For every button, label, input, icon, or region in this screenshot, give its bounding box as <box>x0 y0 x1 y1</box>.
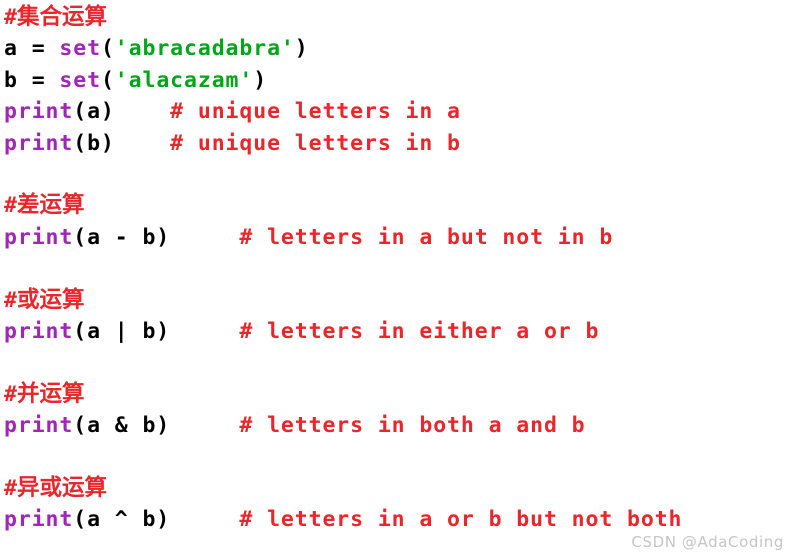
token-func: set <box>59 36 101 62</box>
token-punct: ) <box>253 67 268 93</box>
code-line: print(b) # unique letters in b <box>4 128 792 159</box>
code-block: #集合运算 a = set('abracadabra') b = set('alac… <box>0 0 792 555</box>
token-func: print <box>4 99 74 125</box>
token-punct: ) <box>294 36 309 62</box>
section-heading: #差运算 <box>4 190 792 221</box>
token-func: print <box>4 130 74 156</box>
code-line: b = set('alacazam') <box>4 65 792 96</box>
token-func: print <box>4 413 74 439</box>
token-func: set <box>59 67 101 93</box>
token-func: print <box>4 224 74 250</box>
token-string: 'abracadabra' <box>114 36 295 62</box>
hash-icon: # <box>4 193 17 219</box>
code-line: print(a - b) # letters in a but not in b <box>4 222 792 253</box>
token-comment: # unique letters in b <box>170 130 461 156</box>
token-plain: (a) <box>73 99 171 125</box>
code-line: a = set('abracadabra') <box>4 33 792 64</box>
code-line: print(a | b) # letters in either a or b <box>4 316 792 347</box>
token-func: print <box>4 318 74 344</box>
section-heading-label: 集合运算 <box>16 4 107 30</box>
token-plain: (a | b) <box>73 318 240 344</box>
token-func: print <box>4 507 74 533</box>
token-punct: ( <box>100 67 115 93</box>
section-heading: #或运算 <box>4 285 792 316</box>
code-lines-container: #集合运算 a = set('abracadabra') b = set('alac… <box>4 2 792 536</box>
token-string: 'alacazam' <box>114 67 254 93</box>
section-heading: #并运算 <box>4 379 792 410</box>
hash-icon: # <box>4 5 17 30</box>
token-plain: a = <box>4 36 60 62</box>
section-heading-label: 差运算 <box>16 192 85 219</box>
watermark: CSDN @AdaCoding <box>631 533 784 551</box>
token-plain: (a ^ b) <box>73 507 240 533</box>
section-heading-label: 或运算 <box>16 286 85 313</box>
hash-icon: # <box>4 287 17 313</box>
token-comment: # letters in a but not in b <box>239 224 614 250</box>
section-heading-label: 并运算 <box>16 380 85 407</box>
section-heading: #异或运算 <box>4 473 792 504</box>
token-comment: # unique letters in a <box>170 99 461 125</box>
code-line: print(a) # unique letters in a <box>4 96 792 127</box>
section-heading-label: 异或运算 <box>16 474 107 501</box>
token-comment: # letters in either a or b <box>239 318 600 344</box>
token-punct: ( <box>100 36 115 62</box>
hash-icon: # <box>4 381 17 407</box>
code-line: print(a & b) # letters in both a and b <box>4 410 792 441</box>
hash-icon: # <box>4 475 17 501</box>
token-plain: (a - b) <box>73 224 240 250</box>
code-line: print(a ^ b) # letters in a or b but not… <box>4 504 792 535</box>
token-plain: b = <box>4 67 60 93</box>
token-plain: (a & b) <box>73 413 240 439</box>
token-plain: (b) <box>73 130 171 156</box>
section-heading: #集合运算 <box>4 2 792 33</box>
token-comment: # letters in a or b but not both <box>239 507 683 533</box>
token-comment: # letters in both a and b <box>239 413 586 439</box>
